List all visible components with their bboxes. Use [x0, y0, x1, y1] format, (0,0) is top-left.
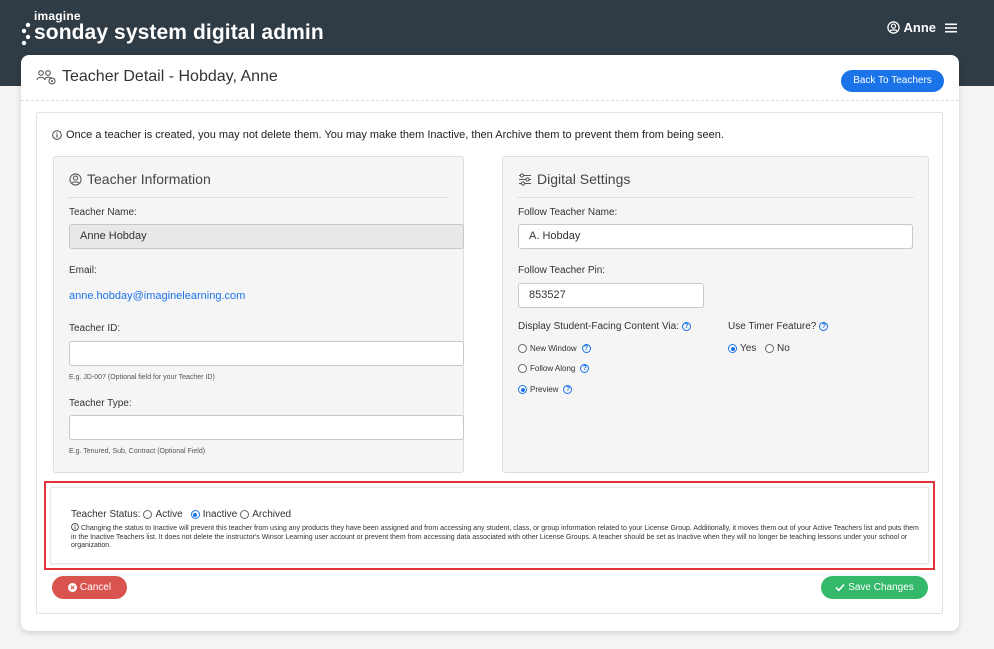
display-option-label: Preview: [530, 385, 559, 394]
teacher-id-label: Teacher ID:: [69, 323, 121, 334]
user-circle-icon: [886, 21, 900, 34]
follow-teacher-pin-label: Follow Teacher Pin:: [518, 265, 606, 276]
teacher-status-panel: Teacher Status: Active Inactive Archived…: [50, 487, 929, 564]
close-circle-icon: [67, 583, 77, 592]
teacher-status-section: Teacher Status: Active Inactive Archived…: [44, 481, 935, 570]
timer-option-label: Yes: [740, 343, 757, 354]
save-button-label: Save Changes: [848, 582, 914, 593]
timer-option-no[interactable]: No: [765, 343, 790, 354]
digital-settings-title: Digital Settings: [518, 171, 630, 187]
divider: [517, 197, 914, 198]
digital-settings-panel: Digital Settings Follow Teacher Name: A.…: [502, 156, 929, 473]
display-option-follow-along[interactable]: Follow Along ?: [518, 364, 590, 373]
cancel-button-label: Cancel: [79, 582, 112, 593]
follow-teacher-name-input[interactable]: A. Hobday: [518, 224, 913, 249]
timer-option-yes[interactable]: Yes: [728, 343, 756, 354]
radio-button[interactable]: [728, 344, 737, 353]
status-option-label: Inactive: [202, 509, 238, 520]
email-value: anne.hobday@imaginelearning.com: [69, 290, 246, 302]
teacher-information-title-text: Teacher Information: [87, 171, 211, 187]
status-radio-active[interactable]: [143, 510, 153, 519]
teacher-name-label: Teacher Name:: [69, 207, 137, 218]
cancel-button[interactable]: Cancel: [52, 576, 127, 599]
divider: [68, 197, 449, 198]
user-circle-icon: [69, 172, 82, 186]
brand-main-text: sonday system digital admin: [34, 21, 324, 44]
timer-option-label: No: [777, 343, 790, 354]
timer-feature-label: Use Timer Feature? ?: [728, 321, 829, 332]
digital-settings-title-text: Digital Settings: [537, 171, 631, 187]
user-name: Anne: [903, 20, 937, 35]
status-note: Changing the status to Inactive will pre…: [71, 523, 921, 551]
teacher-status-label: Teacher Status:: [71, 509, 141, 520]
teacher-information-panel: Teacher Information Teacher Name: Anne H…: [53, 156, 464, 473]
teacher-type-input[interactable]: [69, 415, 464, 440]
teacher-type-help: E.g. Tenured, Sub, Contract (Optional Fi…: [69, 448, 206, 455]
help-icon[interactable]: ?: [819, 322, 829, 331]
check-icon: [835, 583, 845, 592]
back-to-teachers-button[interactable]: Back To Teachers: [841, 70, 944, 92]
display-content-label: Display Student-Facing Content Via: ?: [518, 321, 692, 332]
help-icon[interactable]: ?: [580, 364, 590, 373]
save-changes-button[interactable]: Save Changes: [821, 576, 928, 599]
brand-dots-icon: [21, 22, 31, 46]
teachers-group-icon: [36, 70, 56, 85]
user-menu[interactable]: Anne: [886, 20, 959, 35]
help-icon[interactable]: ?: [682, 322, 692, 331]
follow-teacher-name-label: Follow Teacher Name:: [518, 207, 618, 218]
status-note-text: Changing the status to Inactive will pre…: [71, 525, 919, 549]
status-option-label: Active: [155, 509, 183, 520]
status-option-label: Archived: [252, 509, 292, 520]
status-radio-archived[interactable]: [240, 510, 250, 519]
help-icon[interactable]: ?: [581, 344, 591, 353]
radio-button[interactable]: [518, 344, 527, 353]
teacher-information-title: Teacher Information: [69, 171, 211, 187]
teacher-status-row: Teacher Status: Active Inactive Archived: [71, 509, 291, 520]
teacher-type-label: Teacher Type:: [69, 398, 132, 409]
display-option-preview[interactable]: Preview ?: [518, 385, 573, 394]
delete-notice-text: Once a teacher is created, you may not d…: [66, 129, 724, 141]
info-icon: [52, 130, 62, 140]
display-option-new-window[interactable]: New Window ?: [518, 344, 591, 353]
radio-button[interactable]: [518, 364, 527, 373]
display-content-label-text: Display Student-Facing Content Via:: [518, 321, 680, 332]
delete-notice: Once a teacher is created, you may not d…: [52, 129, 724, 141]
email-label: Email:: [69, 265, 97, 276]
teacher-name-field: Anne Hobday: [69, 224, 464, 249]
radio-button[interactable]: [518, 385, 527, 394]
hamburger-menu-icon[interactable]: [944, 22, 958, 34]
teacher-id-input[interactable]: [69, 341, 464, 366]
sliders-icon: [519, 172, 531, 186]
page-title-text: Teacher Detail - Hobday, Anne: [62, 68, 278, 85]
teacher-id-help: E.g. JD-007 (Optional field for your Tea…: [69, 374, 215, 381]
status-radio-inactive[interactable]: [190, 510, 200, 519]
display-option-label: Follow Along: [530, 364, 576, 373]
radio-button[interactable]: [765, 344, 774, 353]
timer-feature-label-text: Use Timer Feature?: [728, 321, 817, 332]
card-header: Teacher Detail - Hobday, Anne Back To Te…: [21, 55, 959, 101]
help-icon[interactable]: ?: [563, 385, 573, 394]
follow-teacher-pin-input[interactable]: 853527: [518, 283, 704, 308]
display-option-label: New Window: [530, 344, 577, 353]
info-icon: [71, 523, 79, 531]
page-title: Teacher Detail - Hobday, Anne: [36, 68, 278, 86]
